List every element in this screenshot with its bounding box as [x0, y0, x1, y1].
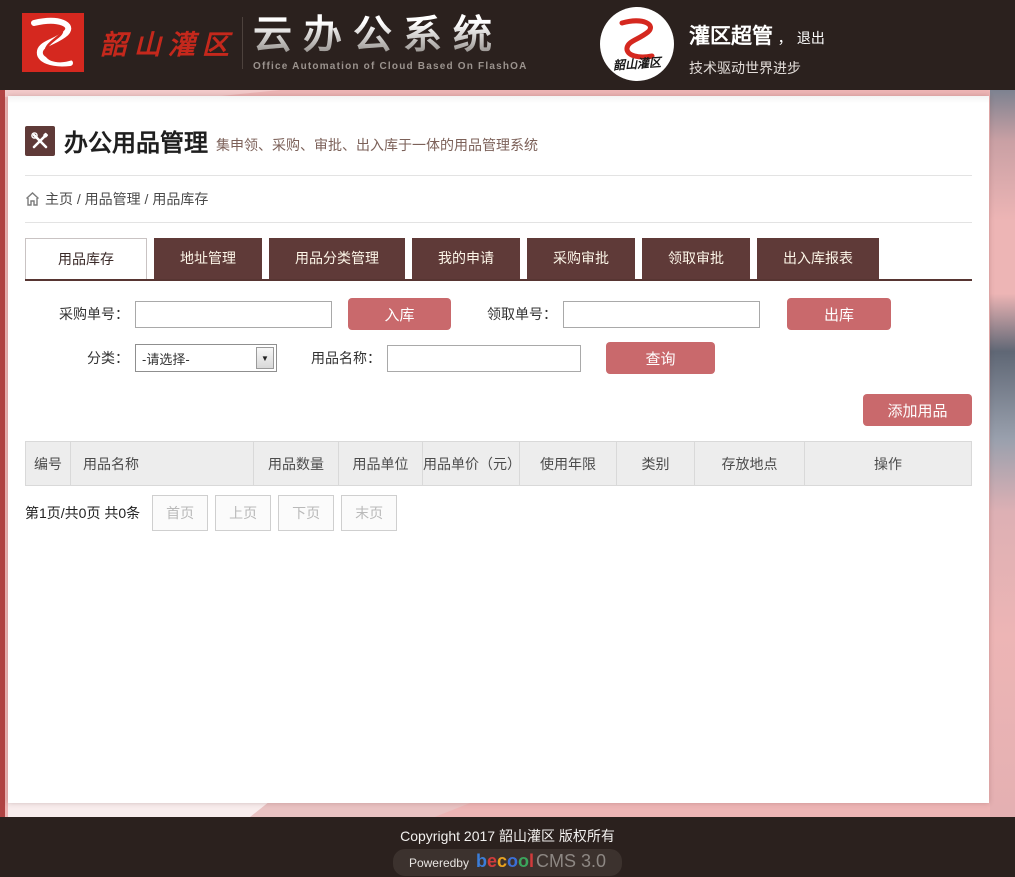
- pagination-summary: 第1页/共0页 共0条: [25, 503, 140, 523]
- inbound-button[interactable]: 入库: [348, 298, 451, 330]
- brand-divider: [242, 17, 243, 69]
- col-header-unit: 用品单位: [339, 442, 423, 486]
- page-subtitle: 集申领、采购、审批、出入库于一体的用品管理系统: [216, 127, 538, 155]
- top-header-bar: 韶山灌区 云办公系统 Office Automation of Cloud Ba…: [0, 0, 1015, 90]
- col-header-item-name: 用品名称: [71, 442, 254, 486]
- tools-icon: [25, 126, 55, 156]
- right-background-strip: [990, 90, 1015, 817]
- user-avatar[interactable]: 韶山灌区: [600, 7, 674, 81]
- brand-calligraphy-text: 韶山灌区: [100, 23, 236, 62]
- username: 灌区超管: [689, 25, 773, 48]
- becool-letter-1: e: [487, 851, 497, 872]
- tab-address-management[interactable]: 地址管理: [154, 238, 262, 279]
- becool-letter-3: o: [507, 851, 518, 872]
- purchase-no-input[interactable]: [135, 301, 332, 328]
- table-header-row: 编号 用品名称 用品数量 用品单位 用品单价（元） 使用年限 类别 存放地点 操…: [26, 442, 972, 486]
- pagination: 第1页/共0页 共0条 首页 上页 下页 末页: [25, 495, 972, 531]
- pickup-no-label: 领取单号：: [483, 304, 563, 324]
- tab-bar: 用品库存 地址管理 用品分类管理 我的申请 采购审批 领取审批 出入库报表: [25, 238, 972, 281]
- tab-purchase-approval[interactable]: 采购审批: [527, 238, 635, 279]
- col-header-service-life: 使用年限: [520, 442, 617, 486]
- main-content-card: 办公用品管理 集申领、采购、审批、出入库于一体的用品管理系统 主页 / 用品管理…: [8, 96, 989, 803]
- brand-area: 韶山灌区 云办公系统 Office Automation of Cloud Ba…: [22, 13, 528, 72]
- user-line: 灌区超管 ， 退出: [689, 20, 825, 50]
- item-name-label: 用品名称：: [305, 348, 387, 368]
- pickup-no-input[interactable]: [563, 301, 760, 328]
- category-selected-value: -请选择-: [136, 349, 256, 368]
- tab-supplies-category[interactable]: 用品分类管理: [269, 238, 405, 279]
- breadcrumb-text: 主页 / 用品管理 / 用品库存: [45, 189, 208, 209]
- add-item-button[interactable]: 添加用品: [863, 394, 972, 426]
- tab-supplies-inventory[interactable]: 用品库存: [25, 238, 147, 279]
- item-name-input[interactable]: [387, 345, 581, 372]
- user-area: 韶山灌区 灌区超管 ， 退出 技术驱动世界进步: [600, 7, 825, 81]
- col-header-category: 类别: [617, 442, 695, 486]
- prev-page-button[interactable]: 上页: [215, 495, 271, 531]
- tab-inventory-report[interactable]: 出入库报表: [757, 238, 879, 279]
- becool-letter-4: o: [518, 851, 529, 872]
- last-page-button[interactable]: 末页: [341, 495, 397, 531]
- filter-row-1: 采购单号： 入库 领取单号： 出库: [25, 298, 972, 330]
- col-header-actions: 操作: [805, 442, 972, 486]
- purchase-no-label: 采购单号：: [25, 304, 135, 324]
- divider: [25, 222, 972, 223]
- breadcrumb[interactable]: 主页 / 用品管理 / 用品库存: [25, 176, 972, 222]
- becool-letter-5: l: [529, 851, 534, 872]
- powered-by-badge: Poweredby becool CMS 3.0: [393, 849, 622, 876]
- avatar-caption: 韶山灌区: [600, 52, 674, 74]
- system-title: 云办公系统: [253, 14, 528, 58]
- footer-bar: Copyright 2017 韶山灌区 版权所有 Poweredby becoo…: [0, 817, 1015, 877]
- page-title: 办公用品管理: [64, 123, 208, 158]
- inventory-table: 编号 用品名称 用品数量 用品单位 用品单价（元） 使用年限 类别 存放地点 操…: [25, 441, 972, 486]
- bottom-deco-shape-pink: [250, 803, 470, 817]
- outbound-button[interactable]: 出库: [787, 298, 891, 330]
- brand-logo-icon: [22, 13, 84, 72]
- add-row: 添加用品: [25, 394, 972, 426]
- copyright-text: Copyright 2017 韶山灌区 版权所有: [0, 817, 1015, 846]
- next-page-button[interactable]: 下页: [278, 495, 334, 531]
- logout-link[interactable]: 退出: [797, 30, 825, 46]
- username-separator: ，: [777, 30, 792, 47]
- user-slogan: 技术驱动世界进步: [689, 58, 825, 78]
- tab-my-application[interactable]: 我的申请: [412, 238, 520, 279]
- wrench-screwdriver-icon: [30, 131, 50, 151]
- col-header-quantity: 用品数量: [254, 442, 339, 486]
- filter-row-2: 分类： -请选择- 用品名称： 查询: [25, 342, 972, 374]
- logo-swirl-icon: [22, 13, 84, 72]
- select-dropdown-arrow-icon[interactable]: [256, 347, 274, 369]
- query-button[interactable]: 查询: [606, 342, 715, 374]
- system-subtitle: Office Automation of Cloud Based On Flas…: [253, 61, 528, 72]
- col-header-storage-location: 存放地点: [695, 442, 805, 486]
- system-title-block: 云办公系统 Office Automation of Cloud Based O…: [253, 14, 528, 72]
- becool-logo: becool: [476, 851, 534, 872]
- col-header-id: 编号: [26, 442, 71, 486]
- first-page-button[interactable]: 首页: [152, 495, 208, 531]
- page-head: 办公用品管理 集申领、采购、审批、出入库于一体的用品管理系统: [25, 96, 972, 175]
- becool-letter-2: c: [497, 851, 507, 872]
- left-accent-stripe: [0, 90, 5, 817]
- becool-letter-0: b: [476, 851, 487, 872]
- category-label: 分类：: [25, 348, 135, 368]
- filter-area: 采购单号： 入库 领取单号： 出库 分类： -请选择- 用品名称： 查询: [25, 281, 972, 374]
- col-header-unit-price: 用品单价（元）: [423, 442, 520, 486]
- app-window: 韶山灌区 云办公系统 Office Automation of Cloud Ba…: [0, 0, 1015, 877]
- cms-version-text: CMS 3.0: [536, 851, 606, 872]
- tab-pickup-approval[interactable]: 领取审批: [642, 238, 750, 279]
- home-icon: [25, 192, 40, 206]
- category-select[interactable]: -请选择-: [135, 344, 277, 372]
- powered-by-prefix: Poweredby: [409, 856, 469, 870]
- user-text-block: 灌区超管 ， 退出 技术驱动世界进步: [689, 7, 825, 81]
